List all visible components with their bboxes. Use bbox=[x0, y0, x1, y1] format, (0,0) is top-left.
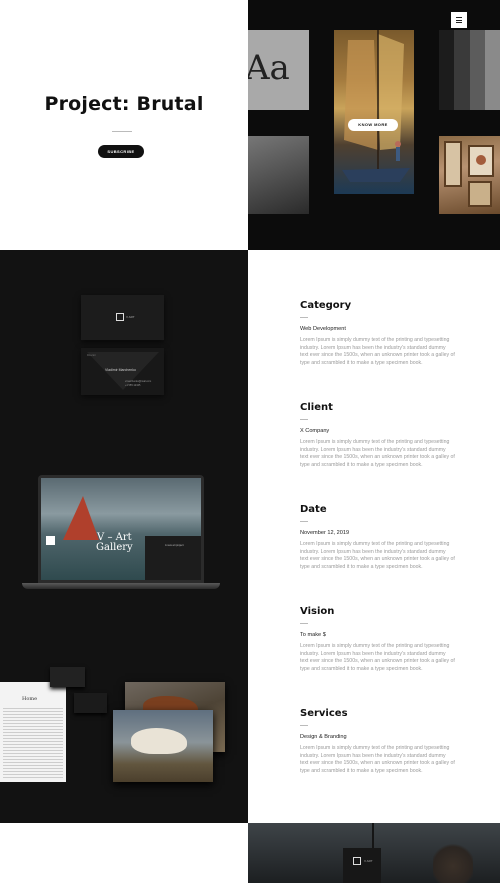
bottom-left-panel bbox=[0, 823, 248, 883]
detail-category: Category Web Development Lorem Ipsum is … bbox=[300, 300, 460, 367]
card-logo-text: V ART bbox=[126, 315, 135, 319]
laptop-screen-content: V – Art Gallery A new art project bbox=[41, 478, 201, 580]
laptop-heading: V – Art Gallery bbox=[96, 533, 133, 553]
detail-value: Design & Branding bbox=[300, 734, 347, 740]
hanging-sign: V ART bbox=[343, 848, 381, 883]
gallery-wall-image[interactable] bbox=[439, 136, 500, 214]
detail-body: Lorem Ipsum is simply dummy text of the … bbox=[300, 643, 455, 672]
sculpture-image[interactable] bbox=[248, 136, 309, 214]
detail-value: November 12, 2019 bbox=[300, 530, 350, 536]
laptop-logo-icon bbox=[46, 536, 55, 545]
palette-swatch bbox=[439, 30, 455, 110]
project-details-panel: Category Web Development Lorem Ipsum is … bbox=[248, 250, 500, 823]
document-text-lines bbox=[3, 708, 63, 778]
card-contact: vmarchenko@mail.com +1 555 12345 bbox=[125, 380, 152, 387]
detail-body: Lorem Ipsum is simply dummy text of the … bbox=[300, 541, 455, 570]
palette-swatch bbox=[454, 30, 470, 110]
detail-body: Lorem Ipsum is simply dummy text of the … bbox=[300, 337, 455, 366]
sailboat-painting-image[interactable] bbox=[334, 30, 414, 194]
detail-title: Vision bbox=[300, 606, 335, 617]
tree-silhouette bbox=[433, 841, 473, 883]
v-art-logo-icon bbox=[353, 857, 361, 865]
detail-value: Web Development bbox=[300, 326, 346, 332]
framed-paintings-illustration bbox=[444, 141, 494, 207]
business-card-front: V ART bbox=[81, 295, 164, 340]
detail-value: X Company bbox=[300, 428, 330, 434]
laptop-side-panel: A new art project bbox=[145, 536, 201, 580]
page-title: Project: Brutal bbox=[44, 93, 204, 115]
laptop-base bbox=[22, 583, 220, 589]
document-heading: Home bbox=[22, 696, 38, 702]
detail-title: Date bbox=[300, 504, 327, 515]
detail-body: Lorem Ipsum is simply dummy text of the … bbox=[300, 745, 455, 774]
color-palette-tile[interactable] bbox=[439, 30, 500, 110]
sailboat-illustration bbox=[342, 30, 410, 182]
detail-vision: Vision To make $ Lorem Ipsum is simply d… bbox=[300, 606, 460, 673]
laptop-mockup: V – Art Gallery A new art project bbox=[38, 475, 204, 583]
detail-body: Lorem Ipsum is simply dummy text of the … bbox=[300, 439, 455, 468]
card-label: Director bbox=[87, 354, 96, 357]
detail-services: Services Design & Branding Lorem Ipsum i… bbox=[300, 708, 460, 775]
detail-divider bbox=[300, 317, 308, 318]
detail-title: Client bbox=[300, 402, 333, 413]
typography-sample: Aa bbox=[248, 48, 290, 88]
hero-gallery: Aa KNOW MORE bbox=[248, 0, 500, 250]
hero-left-panel: Project: Brutal SUBSCRIBE bbox=[0, 0, 248, 250]
detail-divider bbox=[300, 725, 308, 726]
detail-divider bbox=[300, 521, 308, 522]
stationery-card-b bbox=[74, 693, 107, 713]
palette-swatch bbox=[469, 30, 485, 110]
subscribe-button[interactable]: SUBSCRIBE bbox=[98, 145, 144, 158]
detail-value: To make $ bbox=[300, 632, 326, 638]
detail-divider bbox=[300, 623, 308, 624]
detail-title: Category bbox=[300, 300, 352, 311]
white-horse-painting bbox=[113, 710, 213, 782]
detail-date: Date November 12, 2019 Lorem Ipsum is si… bbox=[300, 504, 460, 571]
sign-text: V ART bbox=[364, 859, 373, 863]
sail-painting bbox=[63, 496, 99, 540]
know-more-button[interactable]: KNOW MORE bbox=[348, 119, 398, 131]
stationery-card-a bbox=[50, 667, 85, 687]
palette-swatch bbox=[484, 30, 500, 110]
v-art-logo-icon bbox=[116, 313, 124, 321]
detail-client: Client X Company Lorem Ipsum is simply d… bbox=[300, 402, 460, 469]
laptop-heading-line2: Gallery bbox=[96, 542, 133, 553]
title-divider bbox=[112, 131, 132, 132]
business-card-back: Director Vladimir Marchenko vmarchenko@m… bbox=[81, 348, 164, 395]
mockups-panel: V ART Director Vladimir Marchenko vmarch… bbox=[0, 250, 248, 823]
white-horse-shape bbox=[131, 728, 187, 754]
letterhead-document: Home bbox=[0, 682, 66, 782]
card-name: Vladimir Marchenko bbox=[105, 368, 136, 372]
typography-tile[interactable]: Aa bbox=[248, 30, 309, 110]
laptop-panel-text: A new art project bbox=[165, 544, 184, 547]
hero-section: Project: Brutal SUBSCRIBE Aa KNOW MORE bbox=[0, 0, 500, 250]
detail-title: Services bbox=[300, 708, 348, 719]
storefront-sign-image: V ART bbox=[248, 823, 500, 883]
detail-divider bbox=[300, 419, 308, 420]
hamburger-menu-icon[interactable] bbox=[451, 12, 467, 28]
